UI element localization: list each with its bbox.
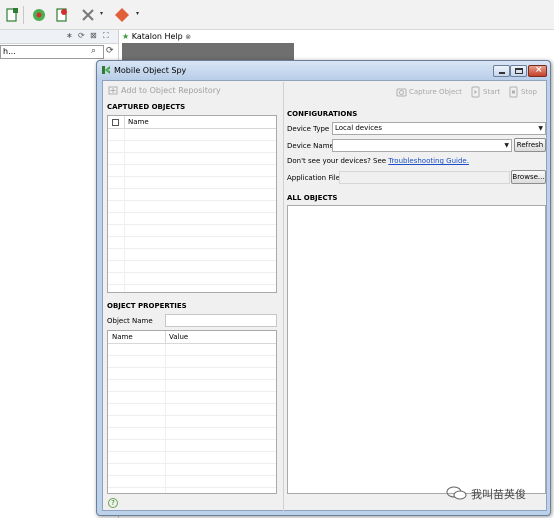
device-name-label: Device Name — [287, 142, 334, 150]
dialog-content: Add to Object Repository CAPTURED OBJECT… — [102, 80, 547, 511]
column-header-name[interactable]: Name — [128, 116, 149, 128]
captured-objects-table[interactable]: Name — [107, 115, 277, 293]
close-icon[interactable]: ⊗ — [185, 33, 191, 41]
help-icon[interactable]: ? — [108, 498, 118, 508]
troubleshooting-hint: Don't see your devices? See Troubleshoot… — [287, 157, 469, 165]
captured-objects-heading: CAPTURED OBJECTS — [107, 103, 186, 111]
add-to-repository-label: Add to Object Repository — [121, 85, 221, 95]
troubleshooting-guide-link[interactable]: Troubleshooting Guide. — [388, 157, 469, 165]
object-properties-table[interactable]: Name Value — [107, 330, 277, 494]
column-header-value[interactable]: Value — [169, 331, 188, 343]
chevron-down-icon[interactable]: ▾ — [136, 10, 139, 17]
refresh-icon[interactable]: ⟳ — [78, 31, 85, 40]
tab-label: Katalon Help — [131, 32, 183, 41]
watermark: 我叫苗英俊 — [446, 484, 546, 502]
dialog-title: Mobile Object Spy — [114, 66, 187, 75]
application-file-label: Application File — [287, 174, 341, 182]
close-button[interactable]: × — [528, 65, 547, 77]
all-objects-heading: ALL OBJECTS — [287, 194, 338, 202]
maximize-icon[interactable]: ⛶ — [103, 31, 109, 41]
refresh-button[interactable]: Refresh — [514, 138, 546, 152]
maximize-button[interactable] — [510, 65, 527, 77]
close-icon: × — [535, 65, 543, 75]
device-type-value: Local devices — [335, 124, 383, 132]
start-label: Start — [483, 88, 501, 96]
right-pane: Capture Object Start Stop CONFIGURATIONS… — [283, 82, 546, 511]
ide-toolbar: ▾ ▾ — [0, 0, 554, 30]
table-header: Name Value — [108, 331, 276, 344]
collapse-icon[interactable]: ⊠ — [90, 31, 97, 40]
stop-button[interactable]: Stop — [508, 85, 537, 99]
table-header: Name — [108, 116, 276, 129]
camera-icon — [396, 88, 407, 97]
explorer-header: ∗ ⟳ ⊠ ⛶ — [0, 30, 118, 44]
wechat-logo-icon — [446, 486, 467, 500]
explorer-search-input[interactable]: h... — [0, 45, 104, 59]
chevron-down-icon: ▼ — [504, 142, 509, 149]
device-type-label: Device Type — [287, 125, 330, 133]
table-rows — [108, 344, 276, 493]
device-type-select[interactable]: Local devices ▼ — [332, 122, 546, 135]
mobile-start-icon — [471, 86, 480, 98]
object-name-label: Object Name — [107, 317, 153, 325]
mobile-object-spy-dialog: Mobile Object Spy × Add to Object Reposi… — [96, 60, 551, 516]
browse-button[interactable]: Browse... — [511, 170, 546, 184]
bluetooth-icon[interactable]: ∗ — [66, 31, 73, 40]
start-button[interactable]: Start — [470, 85, 500, 99]
capture-object-label: Capture Object — [409, 88, 462, 96]
watermark-text: 我叫苗英俊 — [471, 488, 526, 501]
new-test-icon[interactable] — [4, 7, 20, 23]
capture-object-button[interactable]: Capture Object — [396, 85, 462, 99]
all-objects-tree[interactable] — [287, 205, 546, 494]
katalon-logo-icon — [102, 66, 110, 74]
table-rows — [108, 129, 276, 292]
left-pane: Add to Object Repository CAPTURED OBJECT… — [104, 82, 282, 511]
device-name-select[interactable]: ▼ — [332, 139, 512, 152]
stop-label: Stop — [521, 88, 537, 96]
mobile-stop-icon — [509, 86, 518, 98]
chevron-down-icon: ▼ — [538, 125, 543, 132]
add-repository-icon — [108, 86, 118, 95]
application-file-input[interactable] — [339, 171, 510, 184]
title-bar[interactable]: Mobile Object Spy × — [97, 61, 550, 80]
star-icon: ★ — [122, 32, 130, 41]
hint-text: Don't see your devices? See — [287, 157, 389, 165]
toolbar-divider — [23, 6, 24, 24]
add-to-repository-button[interactable]: Add to Object Repository — [108, 85, 221, 97]
advanced-search-icon[interactable]: ⟳ — [106, 46, 114, 56]
git-icon[interactable] — [114, 7, 130, 23]
object-name-input[interactable] — [165, 314, 277, 327]
chevron-down-icon[interactable]: ▾ — [100, 10, 103, 17]
select-all-checkbox[interactable] — [112, 119, 119, 126]
tab-katalon-help[interactable]: ★ Katalon Help ⊗ — [122, 31, 192, 43]
search-icon[interactable]: ⌕ — [91, 46, 96, 56]
object-properties-heading: OBJECT PROPERTIES — [107, 302, 187, 310]
column-header-name[interactable]: Name — [112, 331, 133, 343]
spy-tools-icon[interactable] — [80, 7, 96, 23]
record-web-icon[interactable] — [31, 7, 47, 23]
minimize-button[interactable] — [493, 65, 510, 77]
record-mobile-icon[interactable] — [54, 7, 70, 23]
configurations-heading: CONFIGURATIONS — [287, 110, 358, 118]
